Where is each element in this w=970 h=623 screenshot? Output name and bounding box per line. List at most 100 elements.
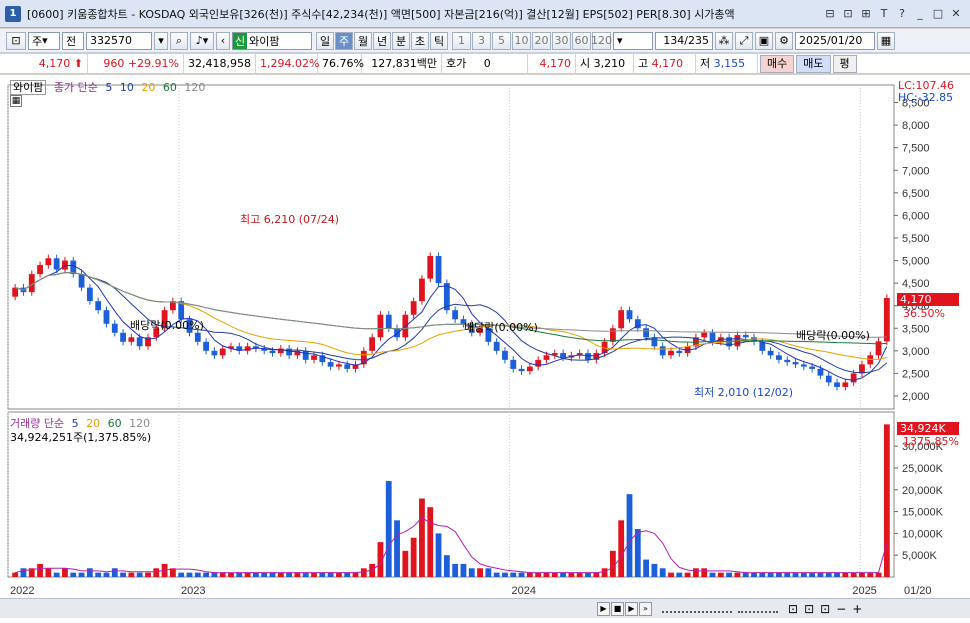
type-select[interactable]: 주 ▾ [28, 31, 60, 50]
volume-bar [817, 572, 824, 577]
period-button[interactable]: 년 [373, 31, 391, 50]
zoom-in-icon[interactable]: + [852, 602, 862, 616]
zoom-out-icon[interactable]: − [836, 602, 846, 616]
candle [103, 310, 110, 324]
count-input[interactable]: 134/235 [655, 31, 713, 50]
interval-button[interactable]: 3 [472, 31, 491, 50]
volume-bar [86, 568, 93, 577]
candle [327, 362, 334, 367]
interval-button[interactable]: 20 [532, 31, 551, 50]
volume-bar [360, 568, 367, 577]
layout-icon[interactable]: ⊡ [6, 31, 26, 50]
count-value: 134 [663, 34, 685, 47]
volume-bar [502, 572, 508, 577]
hoga-price: 4,170 [528, 53, 576, 74]
link-icon[interactable]: ⊟ [822, 6, 838, 22]
period-button[interactable]: 일 [316, 31, 334, 50]
stop-icon[interactable]: ■ [611, 601, 624, 616]
candle [410, 301, 417, 315]
candle [560, 353, 566, 358]
sell-button[interactable]: 매도 [796, 54, 831, 73]
save-icon[interactable]: ▣ [755, 31, 773, 50]
last-price-pct: 36.50% [903, 307, 945, 320]
volume-bar [734, 572, 741, 577]
volume-bar [452, 563, 459, 577]
table-icon[interactable]: ▦ [10, 95, 22, 107]
volume-tick-label: 20,000K [902, 485, 944, 497]
candle [643, 328, 649, 338]
interval-input[interactable]: ▾ [613, 31, 653, 50]
close-icon[interactable]: ✕ [948, 6, 964, 22]
app-icon[interactable]: 1 [5, 5, 21, 22]
volume-bar [693, 568, 699, 577]
volume-bar [394, 520, 400, 577]
volume-bar [535, 572, 542, 577]
candle [850, 373, 857, 383]
last-volume-pct: 1375.85% [903, 435, 959, 448]
type-select-2[interactable]: 전 [62, 31, 84, 50]
calendar-icon[interactable]: ▦ [877, 31, 895, 50]
interval-button[interactable]: 60 [572, 31, 591, 50]
chart-area[interactable]: 8,500 8,000 7,500 7,000 6,500 6,000 5,500 5,000… [0, 75, 970, 623]
volume-bar [609, 550, 616, 577]
maximize-icon[interactable]: □ [930, 6, 946, 22]
candle [394, 328, 400, 338]
volume-bar [759, 572, 766, 577]
candle [792, 362, 799, 365]
volume-bar [194, 572, 201, 577]
candle [311, 355, 317, 360]
play-back-icon[interactable]: ▶ [597, 601, 610, 616]
search-icon[interactable]: ⌕ [170, 31, 188, 50]
volume-bar [850, 572, 857, 577]
period-button[interactable]: 틱 [430, 31, 448, 50]
config-icon[interactable]: ⊞ [858, 6, 874, 22]
interval-button[interactable]: 1 [452, 31, 471, 50]
interval-button[interactable]: 10 [512, 31, 531, 50]
interval-button[interactable]: 5 [492, 31, 511, 50]
font-icon[interactable]: T [876, 6, 892, 22]
dividend-marker-1: 배당락(0.00%) [130, 319, 204, 332]
interval-button[interactable]: 30 [552, 31, 571, 50]
chart-tool-1-icon[interactable]: ⊡ [788, 602, 798, 616]
zoom-slider[interactable] [662, 605, 732, 613]
window-titlebar: 1 [0600] 키움종합차트 - KOSDAQ 외국인보유[326(천)] 주… [0, 0, 970, 28]
pause-icon[interactable]: ▶ [625, 601, 638, 616]
stock-code-input[interactable]: 332570 [86, 31, 152, 50]
period-button[interactable]: 분 [392, 31, 410, 50]
interval-button[interactable]: 120 [591, 31, 612, 50]
gear-icon[interactable]: ⚙ [775, 31, 793, 50]
volume-bar [468, 568, 475, 577]
flat-button[interactable]: 평 [832, 54, 857, 73]
fast-forward-icon[interactable]: » [639, 601, 652, 616]
price-tick-label: 2,000 [902, 391, 930, 403]
volume-bar [543, 572, 550, 577]
chart-tool-3-icon[interactable]: ⊡ [820, 602, 830, 616]
volume-bar [336, 572, 342, 577]
minimize-icon[interactable]: _ [912, 6, 928, 22]
link-chart-icon[interactable]: ⁂ [715, 31, 733, 50]
volume-bar [70, 572, 77, 577]
date-input[interactable]: 2025/01/20 [795, 31, 875, 50]
period-button[interactable]: 월 [354, 31, 372, 50]
zoom-icon[interactable]: ⤢ [735, 31, 753, 50]
scroll-slider[interactable] [738, 605, 778, 613]
x-axis-label: 2023 [181, 585, 205, 597]
period-group: 일주월년분초틱 [316, 31, 448, 50]
code-dropdown-icon[interactable]: ▾ [154, 31, 168, 50]
count-total: /235 [684, 34, 709, 47]
help-icon[interactable]: ? [894, 6, 910, 22]
period-button[interactable]: 초 [411, 31, 429, 50]
chart-tool-2-icon[interactable]: ⊡ [804, 602, 814, 616]
window-title: [0600] 키움종합차트 - KOSDAQ 외국인보유[326(천)] 주식수… [27, 7, 735, 21]
stock-name-field[interactable]: 신 와이팜 [232, 31, 312, 50]
candle [286, 348, 293, 356]
sound-icon[interactable]: ♪▾ [190, 31, 214, 50]
volume-bar [668, 572, 674, 577]
volume-bar [111, 568, 118, 577]
volume-bar [62, 568, 68, 577]
prev-stock-icon[interactable]: ‹ [216, 31, 230, 50]
period-button[interactable]: 주 [335, 31, 353, 50]
restore-icon[interactable]: ⊡ [840, 6, 856, 22]
buy-button[interactable]: 매수 [760, 54, 795, 73]
volume-bar [875, 572, 882, 577]
